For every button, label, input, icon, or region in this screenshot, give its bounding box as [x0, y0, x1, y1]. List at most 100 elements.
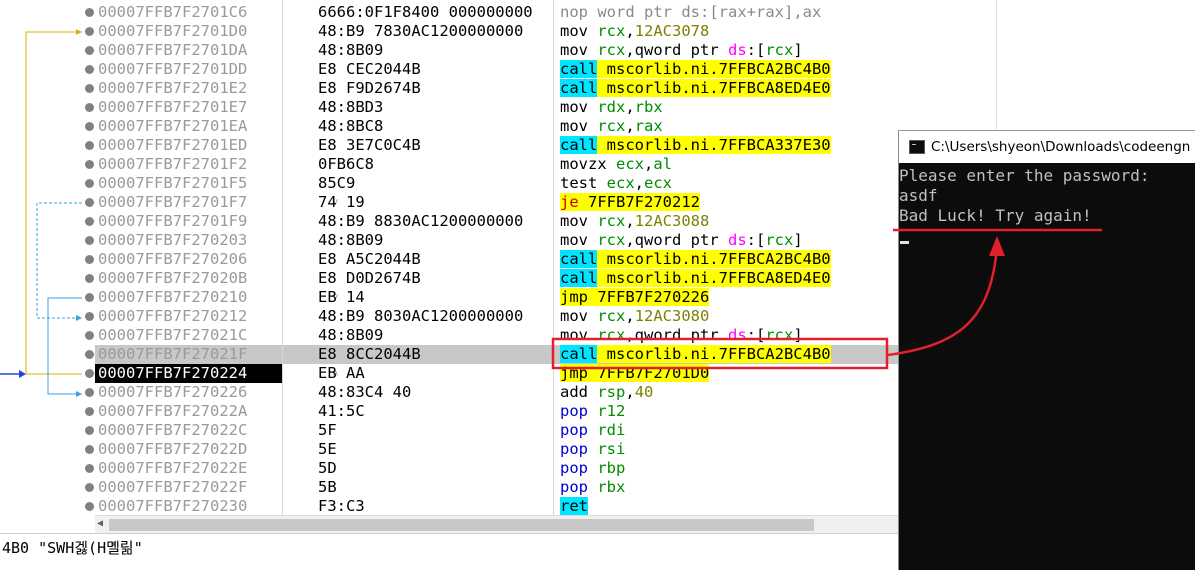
instruction-mnemonic: mov [560, 117, 588, 135]
instruction-operand: rax [634, 117, 663, 135]
disassembly-view[interactable]: 00007FFB7F2701C6 6666:0F1F8400 000000000 n… [0, 0, 997, 533]
breakpoint-dot-icon[interactable] [85, 407, 94, 416]
instruction-text: ret [560, 497, 588, 516]
instruction-row[interactable]: 00007FFB7F2701F7 ˅ 74 19 je 7FFB7F270212 [85, 193, 997, 212]
breakpoint-dot-icon[interactable] [85, 217, 94, 226]
instruction-bytes: 48:B9 8830AC1200000000 [318, 212, 524, 230]
breakpoint-dot-icon[interactable] [85, 160, 94, 169]
breakpoint-dot-icon[interactable] [85, 84, 94, 93]
breakpoint-dot-icon[interactable] [85, 27, 94, 36]
instruction-row[interactable]: 00007FFB7F270226 48:83C4 40 add rsp,40 [85, 383, 997, 402]
breakpoint-dot-icon[interactable] [85, 179, 94, 188]
instruction-row[interactable]: 00007FFB7F270230 F3:C3 ret [85, 497, 997, 516]
instruction-operand [588, 22, 597, 40]
instruction-row[interactable]: 00007FFB7F2701D0 48:B9 7830AC1200000000 mo… [85, 22, 997, 41]
instruction-row[interactable]: 00007FFB7F27022D 5E pop rsi [85, 440, 997, 459]
instruction-bytes: 48:83C4 40 [318, 383, 412, 401]
instruction-mnemonic: pop [560, 478, 588, 496]
instruction-text: movzx ecx,al [560, 155, 672, 174]
breakpoint-dot-icon[interactable] [85, 312, 94, 321]
instruction-text: nop word ptr ds:[rax+rax],ax [560, 3, 821, 22]
instruction-operand [588, 117, 597, 135]
breakpoint-dot-icon[interactable] [85, 65, 94, 74]
instruction-operand: rdx [597, 98, 626, 116]
console-cursor [900, 241, 909, 244]
instruction-row[interactable]: 00007FFB7F270212 48:B9 8030AC1200000000 mo… [85, 307, 997, 326]
breakpoint-dot-icon[interactable] [85, 350, 94, 359]
instruction-bytes: 0FB6C8 [318, 155, 374, 173]
instruction-operand [588, 459, 597, 477]
breakpoint-dot-icon[interactable] [85, 464, 94, 473]
horizontal-scrollbar[interactable]: ◀ [95, 515, 997, 533]
instruction-row[interactable]: 00007FFB7F270206 E8 A5C2044B call mscorlib… [85, 250, 997, 269]
breakpoint-dot-icon[interactable] [85, 236, 94, 245]
breakpoint-dot-icon[interactable] [85, 369, 94, 378]
breakpoint-dot-icon[interactable] [85, 483, 94, 492]
instruction-operand [588, 421, 597, 439]
console-titlebar[interactable]: C:\Users\shyeon\Downloads\codeengn [899, 130, 1195, 163]
instruction-address: 00007FFB7F2701F9 [98, 212, 248, 230]
breakpoint-dot-icon[interactable] [85, 122, 94, 131]
instruction-row[interactable]: 00007FFB7F27022F 5B pop rbx [85, 478, 997, 497]
scroll-left-icon[interactable]: ◀ [97, 518, 103, 529]
instruction-row[interactable]: 00007FFB7F270203 48:8B09 mov rcx,qword ptr… [85, 231, 997, 250]
instruction-row[interactable]: 00007FFB7F2701F5 85C9 test ecx,ecx [85, 174, 997, 193]
instruction-operand: rsi [597, 440, 626, 458]
instruction-row[interactable]: 00007FFB7F27022E 5D pop rbp [85, 459, 997, 478]
instruction-operand: rbx [634, 98, 663, 116]
instruction-address: 00007FFB7F2701E7 [98, 98, 248, 116]
breakpoint-dot-icon[interactable] [85, 445, 94, 454]
breakpoint-dot-icon[interactable] [85, 426, 94, 435]
instruction-row[interactable]: 00007FFB7F27022A 41:5C pop r12 [85, 402, 997, 421]
instruction-address: 00007FFB7F270226 [98, 383, 248, 401]
instruction-row[interactable]: 00007FFB7F2701EA 48:8BC8 mov rcx,rax [85, 117, 997, 136]
instruction-row[interactable]: 00007FFB7F2701ED E8 3E7C0C4B call mscorlib… [85, 136, 997, 155]
column-separator [553, 0, 554, 515]
instruction-row[interactable]: 00007FFB7F27022C 5F pop rdi [85, 421, 997, 440]
instruction-row[interactable]: 00007FFB7F270210 ˅ EB 14 jmp 7FFB7F270226 [85, 288, 997, 307]
instruction-row[interactable]: 00007FFB7F27021C 48:8B09 mov rcx,qword ptr… [85, 326, 997, 345]
instruction-row[interactable]: 00007FFB7F2701DD E8 CEC2044B call mscorlib… [85, 60, 997, 79]
breakpoint-dot-icon[interactable] [85, 502, 94, 511]
instruction-bytes: E8 8CC2044B [318, 345, 421, 363]
breakpoint-dot-icon[interactable] [85, 331, 94, 340]
instruction-address: 00007FFB7F27022E [98, 459, 248, 477]
breakpoint-dot-icon[interactable] [85, 255, 94, 264]
instruction-row[interactable]: 00007FFB7F2701F9 48:B9 8830AC1200000000 mo… [85, 212, 997, 231]
scrollbar-thumb[interactable] [109, 519, 814, 531]
instruction-row[interactable]: 00007FFB7F27020B E8 D0D2674B call mscorlib… [85, 269, 997, 288]
instruction-text: pop rdi [560, 421, 625, 440]
instruction-row[interactable]: 00007FFB7F2701DA 48:8B09 mov rcx,qword ptr… [85, 41, 997, 60]
instruction-row[interactable]: 00007FFB7F2701E2 E8 F9D2674B call mscorlib… [85, 79, 997, 98]
instruction-bytes: 74 19 [318, 193, 365, 211]
instruction-mnemonic: pop [560, 459, 588, 477]
instruction-bytes: F3:C3 [318, 497, 365, 515]
breakpoint-dot-icon[interactable] [85, 388, 94, 397]
instruction-operand: rcx [597, 22, 626, 40]
instruction-row[interactable]: 00007FFB7F2701E7 48:8BD3 mov rdx,rbx [85, 98, 997, 117]
instruction-operand: mscorlib.ni.7FFBCA2BC4B0 [597, 60, 831, 78]
breakpoint-dot-icon[interactable] [85, 8, 94, 17]
instruction-text: mov rcx,qword ptr ds:[rcx] [560, 41, 803, 60]
breakpoint-dot-icon[interactable] [85, 274, 94, 283]
breakpoint-dot-icon[interactable] [85, 46, 94, 55]
instruction-mnemonic: test [560, 174, 598, 192]
instruction-mnemonic: call [560, 250, 598, 268]
instruction-row[interactable]: 00007FFB7F270224 ˄ EB AA jmp 7FFB7F2701D0 [85, 364, 997, 383]
breakpoint-dot-icon[interactable] [85, 198, 94, 207]
breakpoint-dot-icon[interactable] [85, 141, 94, 150]
instruction-row[interactable]: 00007FFB7F27021F E8 8CC2044B call mscorlib… [85, 345, 997, 364]
breakpoint-dot-icon[interactable] [85, 103, 94, 112]
instruction-row[interactable]: 00007FFB7F2701C6 6666:0F1F8400 000000000 n… [85, 3, 997, 22]
instruction-row[interactable]: 00007FFB7F2701F2 0FB6C8 movzx ecx,al [85, 155, 997, 174]
breakpoint-dot-icon[interactable] [85, 293, 94, 302]
console-window[interactable]: C:\Users\shyeon\Downloads\codeengn Pleas… [898, 130, 1195, 570]
instruction-bytes: 48:8B09 [318, 41, 384, 59]
instruction-operand: , [644, 155, 654, 173]
instruction-operand [597, 174, 606, 192]
instruction-text: mov rcx,12AC3088 [560, 212, 709, 231]
instruction-address: 00007FFB7F27020B [98, 269, 248, 287]
instruction-text: call mscorlib.ni.7FFBCA2BC4B0 [560, 345, 831, 364]
instruction-operand [588, 212, 597, 230]
instruction-bytes: 5E [318, 440, 337, 458]
